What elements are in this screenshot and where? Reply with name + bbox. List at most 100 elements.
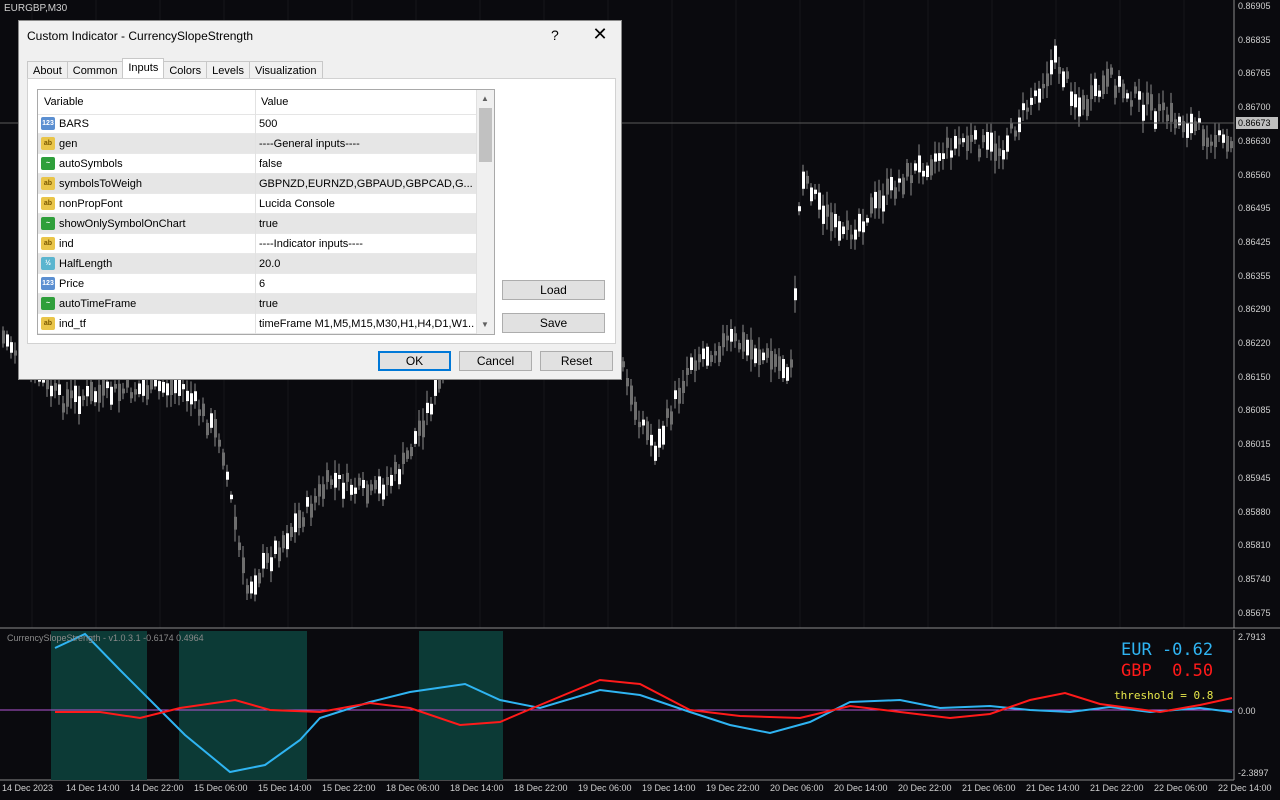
time-tick-label: 18 Dec 22:00: [514, 783, 568, 793]
column-header-variable[interactable]: Variable: [44, 96, 84, 108]
price-tick-label: 0.86700: [1238, 102, 1271, 113]
input-row[interactable]: ~ autoTimeFrame true: [38, 294, 476, 314]
scrollbar-thumb[interactable]: [479, 108, 492, 162]
candle-body: [934, 153, 937, 162]
candle-body: [790, 359, 793, 368]
candle-body: [1150, 94, 1153, 111]
close-icon[interactable]: ✕: [591, 23, 609, 45]
load-button[interactable]: Load: [502, 280, 605, 300]
candle-body: [798, 206, 801, 212]
candle-body: [638, 421, 641, 428]
candle-body: [366, 484, 369, 504]
candle-body: [738, 343, 741, 350]
candle-body: [1106, 68, 1109, 87]
input-row[interactable]: ab ind ----Indicator inputs----: [38, 234, 476, 254]
tab-inputs[interactable]: Inputs: [122, 58, 165, 78]
input-row[interactable]: 123 BARS 500: [38, 114, 476, 134]
candle-body: [322, 484, 325, 499]
tab-colors[interactable]: Colors: [163, 61, 208, 78]
input-row[interactable]: ab nonPropFont Lucida Console: [38, 194, 476, 214]
candle-body: [814, 189, 817, 194]
candle-body: [194, 391, 197, 402]
input-row[interactable]: ½ HalfLength 20.0: [38, 254, 476, 274]
candle-body: [1074, 94, 1077, 108]
candle-body: [1090, 85, 1093, 100]
candle-body: [242, 557, 245, 574]
candle-body: [1066, 71, 1069, 79]
input-variable-name: showOnlySymbolOnChart: [59, 218, 186, 230]
candle-body: [102, 378, 105, 396]
input-value[interactable]: true: [259, 298, 475, 310]
input-row[interactable]: ab ind_tf timeFrame M1,M5,M15,M30,H1,H4,D1…: [38, 314, 476, 334]
candle-body: [930, 159, 933, 176]
price-tick-label: 0.85880: [1238, 506, 1271, 517]
input-value[interactable]: ----Indicator inputs----: [259, 238, 475, 250]
candle-body: [290, 526, 293, 538]
candle-body: [90, 381, 93, 402]
tab-about[interactable]: About: [27, 61, 68, 78]
candle-body: [6, 334, 9, 347]
candle-body: [426, 402, 429, 414]
cancel-button[interactable]: Cancel: [459, 351, 532, 371]
tab-common[interactable]: Common: [66, 61, 124, 78]
scroll-up-icon[interactable]: ▲: [481, 94, 489, 103]
candle-body: [250, 581, 253, 594]
time-tick-label: 21 Dec 14:00: [1026, 783, 1080, 793]
input-value[interactable]: 500: [259, 118, 475, 130]
input-value[interactable]: timeFrame M1,M5,M15,M30,H1,H4,D1,W1...: [259, 318, 475, 330]
candle-body: [422, 420, 425, 438]
candle-body: [1054, 45, 1057, 63]
candle-body: [690, 357, 693, 370]
candle-body: [674, 390, 677, 400]
help-button[interactable]: ?: [551, 27, 559, 43]
tab-visualization[interactable]: Visualization: [248, 61, 323, 78]
gbp-strength-label: GBP 0.50: [1121, 661, 1214, 681]
candle-body: [342, 482, 345, 499]
input-value[interactable]: GBPNZD,EURNZD,GBPAUD,GBPCAD,G...: [259, 178, 475, 190]
candle-body: [1098, 90, 1101, 97]
candle-body: [238, 542, 241, 551]
input-value[interactable]: ----General inputs----: [259, 138, 475, 150]
price-tick-label: 0.86425: [1238, 236, 1271, 247]
input-row[interactable]: ~ showOnlySymbolOnChart true: [38, 214, 476, 234]
input-row[interactable]: ab gen ----General inputs----: [38, 134, 476, 154]
candle-body: [138, 383, 141, 395]
input-variable-name: HalfLength: [59, 258, 113, 270]
candle-body: [1126, 93, 1129, 99]
candle-body: [1230, 141, 1233, 149]
save-button[interactable]: Save: [502, 313, 605, 333]
input-row[interactable]: 123 Price 6: [38, 274, 476, 294]
grid-scrollbar[interactable]: ▲ ▼: [476, 90, 494, 334]
input-value[interactable]: false: [259, 158, 475, 170]
column-header-value[interactable]: Value: [261, 96, 288, 108]
input-row[interactable]: ~ autoSymbols false: [38, 154, 476, 174]
candle-body: [854, 229, 857, 240]
candle-body: [70, 390, 73, 399]
candle-body: [898, 178, 901, 183]
ok-button[interactable]: OK: [378, 351, 451, 371]
input-value[interactable]: 20.0: [259, 258, 475, 270]
candle-body: [778, 356, 781, 371]
input-row[interactable]: ab symbolsToWeigh GBPNZD,EURNZD,GBPAUD,GBP…: [38, 174, 476, 194]
inputs-grid[interactable]: Variable Value 123 BARS 500 ab gen ----Genera…: [37, 89, 495, 335]
input-value[interactable]: true: [259, 218, 475, 230]
input-value[interactable]: Lucida Console: [259, 198, 475, 210]
time-tick-label: 15 Dec 06:00: [194, 783, 248, 793]
candle-body: [10, 342, 13, 353]
tab-levels[interactable]: Levels: [206, 61, 250, 78]
time-tick-label: 21 Dec 22:00: [1090, 783, 1144, 793]
candle-body: [990, 132, 993, 152]
candle-body: [1062, 71, 1065, 88]
price-tick-label: 0.85810: [1238, 540, 1271, 551]
price-tick-label: 0.85675: [1238, 607, 1271, 618]
reset-button[interactable]: Reset: [540, 351, 613, 371]
candle-body: [110, 386, 113, 405]
candle-body: [950, 150, 953, 158]
candle-body: [1018, 117, 1021, 133]
input-value[interactable]: 6: [259, 278, 475, 290]
candle-body: [418, 420, 421, 436]
scroll-down-icon[interactable]: ▼: [481, 320, 489, 329]
input-variable-name: nonPropFont: [59, 198, 123, 210]
candle-body: [886, 178, 889, 195]
price-tick-label: 0.86220: [1238, 338, 1271, 348]
